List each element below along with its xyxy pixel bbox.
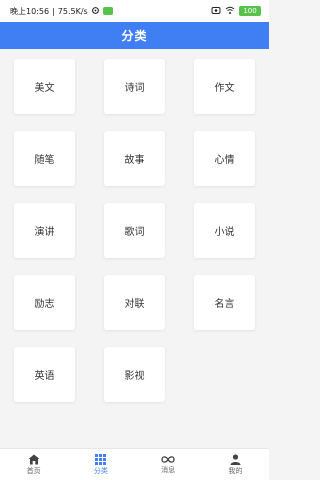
nav-item-home[interactable]: 首页 xyxy=(0,449,67,480)
category-card-yanjiang[interactable]: 演讲 xyxy=(14,203,75,258)
category-card-yingshi[interactable]: 影视 xyxy=(104,347,165,402)
category-card-shici[interactable]: 诗词 xyxy=(104,59,165,114)
nav-item-category[interactable]: 分类 xyxy=(67,449,134,480)
nav-item-profile[interactable]: 我的 xyxy=(202,449,269,480)
category-card-mingyan[interactable]: 名言 xyxy=(194,275,255,330)
category-card-xinqing[interactable]: 心情 xyxy=(194,131,255,186)
gear-icon xyxy=(91,6,100,17)
nav-label-messages: 消息 xyxy=(161,465,176,474)
category-card-geci[interactable]: 歌词 xyxy=(104,203,165,258)
status-bar: 晚上10:56 | 75.5K/s 100 xyxy=(0,0,269,22)
status-right: 100 xyxy=(211,6,261,17)
nav-item-messages[interactable]: 消息 xyxy=(135,449,202,480)
status-time: 晚上10:56 xyxy=(10,6,50,16)
bottom-nav: 首页 分类 消息 我的 xyxy=(0,448,269,480)
nav-label-category: 分类 xyxy=(93,466,108,475)
grid-icon xyxy=(95,453,107,465)
status-separator: | xyxy=(52,6,55,16)
category-card-gushi[interactable]: 故事 xyxy=(104,131,165,186)
category-card-xiaoshuo[interactable]: 小说 xyxy=(194,203,255,258)
category-card-suibi[interactable]: 随笔 xyxy=(14,131,75,186)
alarm-icon xyxy=(211,6,221,17)
status-speed: 75.5K/s xyxy=(57,6,88,16)
wifi-icon xyxy=(225,6,235,17)
status-left: 晚上10:56 | 75.5K/s xyxy=(10,6,113,17)
nav-label-profile: 我的 xyxy=(228,466,243,475)
category-grid: 美文 诗词 作文 随笔 故事 心情 演讲 歌词 小说 励志 对联 名言 英语 影… xyxy=(14,59,255,402)
app-notification-icon xyxy=(102,7,113,15)
app-header: 分类 xyxy=(0,22,269,49)
battery-indicator: 100 xyxy=(239,6,261,16)
category-card-lizhi[interactable]: 励志 xyxy=(14,275,75,330)
home-icon xyxy=(28,454,40,465)
nav-label-home: 首页 xyxy=(26,466,41,475)
category-card-zuowen[interactable]: 作文 xyxy=(194,59,255,114)
infinity-icon xyxy=(160,455,176,464)
category-card-duilian[interactable]: 对联 xyxy=(104,275,165,330)
category-card-yingyu[interactable]: 英语 xyxy=(14,347,75,402)
user-icon xyxy=(230,453,241,465)
page-title: 分类 xyxy=(121,29,148,43)
category-card-meiwen[interactable]: 美文 xyxy=(14,59,75,114)
